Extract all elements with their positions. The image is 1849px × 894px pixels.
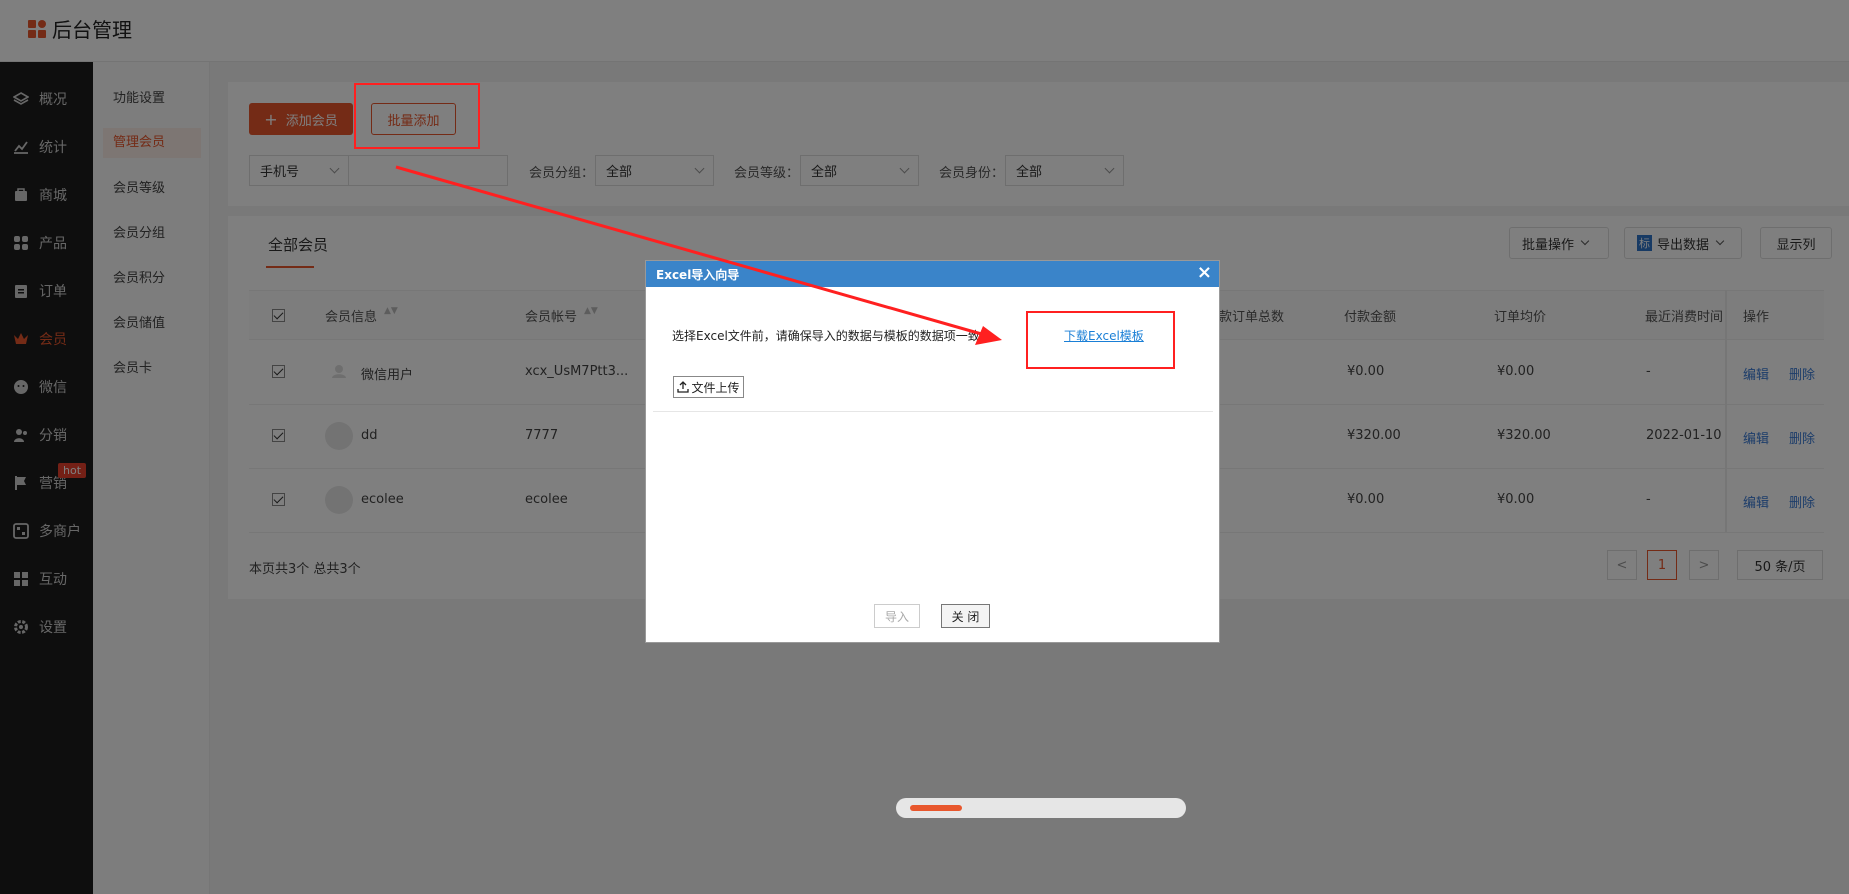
loading-progress-bar <box>896 798 1186 818</box>
dialog-divider <box>653 411 1213 412</box>
close-icon[interactable]: × <box>1197 263 1212 283</box>
close-button[interactable]: 关 闭 <box>941 604 990 628</box>
import-button[interactable]: 导入 <box>874 604 920 628</box>
upload-icon <box>677 381 690 393</box>
dialog-instruction: 选择Excel文件前，请确保导入的数据与模板的数据项一致 <box>672 329 980 343</box>
dialog-title: Excel导入向导 <box>656 267 740 282</box>
annotation-box-download-template <box>1026 311 1175 369</box>
dialog-header: Excel导入向导 × <box>646 261 1219 287</box>
file-upload-button[interactable]: 文件上传 <box>673 376 744 398</box>
file-upload-label: 文件上传 <box>691 380 740 395</box>
annotation-box-batch-add <box>354 83 480 149</box>
loading-progress-fill <box>910 805 962 811</box>
